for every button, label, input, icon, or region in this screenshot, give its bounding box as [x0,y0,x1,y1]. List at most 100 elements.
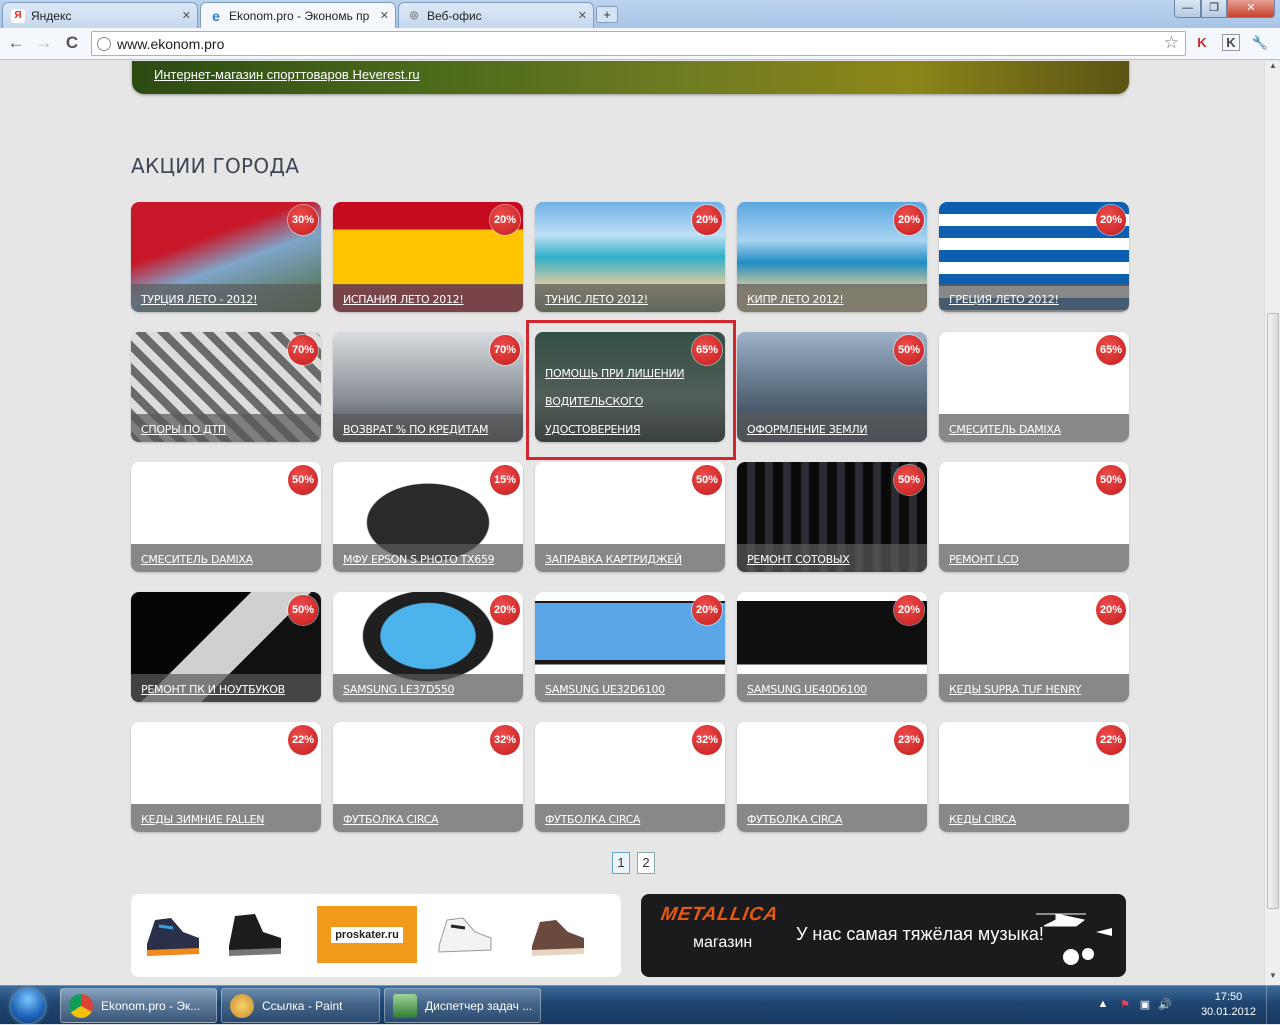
deal-title-link[interactable]: РЕМОНТ LCD [939,544,1129,572]
deal-card[interactable]: SAMSUNG LE37D550 20% [333,592,523,702]
page-1-button[interactable]: 1 [612,852,630,874]
helicopter-drums-icon [1036,913,1112,965]
close-icon[interactable]: ✕ [578,9,587,22]
sneaker-icon [229,914,281,956]
deal-title-link[interactable]: КЕДЫ CIRCA [939,804,1129,832]
taskbar-item-paint[interactable]: Ссылка - Paint [221,988,380,1023]
deal-card[interactable]: SAMSUNG UE32D6100 20% [535,592,725,702]
discount-badge: 20% [1096,205,1126,235]
deal-card[interactable]: СПОРЫ ПО ДТП 70% [131,332,321,442]
deal-title-link[interactable]: КЕДЫ ЗИМНИЕ FALLEN [131,804,321,832]
tab-ekonom[interactable]: e Ekonom.pro - Экономь пр ✕ [200,2,396,29]
new-tab-button[interactable]: + [596,6,618,23]
banner[interactable]: Интернет-магазин спорттоваров Heverest.r… [132,61,1129,94]
tab-yandex[interactable]: Я Яндекс ✕ [2,2,198,28]
reload-button[interactable]: C [61,32,83,54]
banner-link[interactable]: Интернет-магазин спорттоваров Heverest.r… [154,67,420,82]
deal-title-link[interactable]: КЕДЫ SUPRA TUF HENRY [939,674,1129,702]
back-button[interactable]: ← [5,32,27,54]
address-bar[interactable]: www.ekonom.pro ☆ [91,31,1186,56]
scroll-down-icon[interactable]: ▼ [1267,971,1279,983]
deal-card[interactable]: ОФОРМЛЕНИЕ ЗЕМЛИ 50% [737,332,927,442]
deal-title-link[interactable]: СМЕСИТЕЛЬ DAMIXA [131,544,321,572]
deal-card[interactable]: ГРЕЦИЯ ЛЕТО 2012! 20% [939,202,1129,312]
taskbar: Ekonom.pro - Эк... Ссылка - Paint Диспет… [0,985,1280,1025]
deal-title-link[interactable]: SAMSUNG UE32D6100 [535,674,725,702]
close-window-button[interactable]: ✕ [1227,0,1275,18]
deal-title-link[interactable]: ГРЕЦИЯ ЛЕТО 2012! [939,284,1129,312]
deal-card[interactable]: КЕДЫ CIRCA 22% [939,722,1129,832]
deal-title-link[interactable]: РЕМОНТ СОТОВЫХ [737,544,927,572]
clock[interactable]: 17:50 30.01.2012 [1201,990,1256,1020]
deal-title-link[interactable]: МФУ EPSON S PHOTO TX659 [333,544,523,572]
deal-title-link[interactable]: ТУНИС ЛЕТО 2012! [535,284,725,312]
deal-card[interactable]: ИСПАНИЯ ЛЕТО 2012! 20% [333,202,523,312]
maximize-button[interactable]: ❐ [1201,0,1227,18]
kaspersky-toolbar-icon[interactable]: K [1222,34,1240,51]
taskbar-item-chrome[interactable]: Ekonom.pro - Эк... [60,988,217,1023]
deal-title-link[interactable]: КИПР ЛЕТО 2012! [737,284,927,312]
deal-title-link[interactable]: ФУТБОЛКА CIRCA [535,804,725,832]
volume-icon[interactable]: 🔊 [1158,998,1172,1012]
taskbar-item-task-manager[interactable]: Диспетчер задач ... [384,988,541,1023]
show-hidden-icons-icon[interactable]: ▲ [1096,998,1110,1012]
sneaker-icon [147,918,199,956]
deal-card[interactable]: СМЕСИТЕЛЬ DAMIXA 50% [131,462,321,572]
show-desktop-button[interactable] [1266,986,1280,1025]
network-icon[interactable]: ▣ [1138,998,1152,1012]
deal-card[interactable]: ТУНИС ЛЕТО 2012! 20% [535,202,725,312]
deal-title-link[interactable]: СПОРЫ ПО ДТП [131,414,321,442]
discount-badge: 23% [894,725,924,755]
deal-title-link[interactable]: ВОЗВРАТ % ПО КРЕДИТАМ [333,414,523,442]
tab-label: Веб-офис [427,8,482,23]
wrench-icon[interactable]: 🔧 [1251,33,1269,53]
deal-title-link[interactable]: ФУТБОЛКА CIRCA [333,804,523,832]
deal-card[interactable]: СМЕСИТЕЛЬ DAMIXA 65% [939,332,1129,442]
deal-card[interactable]: РЕМОНТ LCD 50% [939,462,1129,572]
deal-card[interactable]: ТУРЦИЯ ЛЕТО - 2012! 30% [131,202,321,312]
scrollbar[interactable]: ▲ ▼ [1264,61,1280,985]
tab-web-office[interactable]: ◎ Веб-офис ✕ [398,2,594,28]
deal-card[interactable]: ЗАПРАВКА КАРТРИДЖЕЙ 50% [535,462,725,572]
close-icon[interactable]: ✕ [380,9,389,22]
deal-title-link[interactable]: ОФОРМЛЕНИЕ ЗЕМЛИ [737,414,927,442]
scroll-thumb[interactable] [1267,313,1279,909]
proskater-promo[interactable]: proskater.ru [131,894,621,977]
clock-date: 30.01.2012 [1200,1006,1256,1018]
deal-card[interactable]: РЕМОНТ СОТОВЫХ 50% [737,462,927,572]
kaspersky-icon[interactable]: K [1193,33,1211,53]
deal-card[interactable]: ФУТБОЛКА CIRCA 23% [737,722,927,832]
deal-title-link[interactable]: ЗАПРАВКА КАРТРИДЖЕЙ [535,544,725,572]
deal-title-link[interactable]: ИСПАНИЯ ЛЕТО 2012! [333,284,523,312]
minimize-button[interactable]: — [1174,0,1201,18]
deal-card[interactable]: КЕДЫ ЗИМНИЕ FALLEN 22% [131,722,321,832]
deal-title-link[interactable]: ТУРЦИЯ ЛЕТО - 2012! [131,284,321,312]
discount-badge: 20% [894,205,924,235]
discount-badge: 50% [288,595,318,625]
deal-card[interactable]: РЕМОНТ ПК И НОУТБУКОВ 50% [131,592,321,702]
system-tray: ▲ ⚑ ▣ 🔊 17:50 30.01.2012 [1090,986,1280,1025]
start-button[interactable] [2,986,56,1025]
discount-badge: 22% [288,725,318,755]
deal-card[interactable]: SAMSUNG UE40D6100 20% [737,592,927,702]
deal-title-link[interactable]: СМЕСИТЕЛЬ DAMIXA [939,414,1129,442]
deal-title-link[interactable]: SAMSUNG LE37D550 [333,674,523,702]
deal-card[interactable]: КИПР ЛЕТО 2012! 20% [737,202,927,312]
page-2-button[interactable]: 2 [637,852,655,874]
forward-button[interactable]: → [33,32,55,54]
deal-title-link[interactable]: РЕМОНТ ПК И НОУТБУКОВ [131,674,321,702]
deal-title-link[interactable]: ФУТБОЛКА CIRCA [737,804,927,832]
deal-card[interactable]: КЕДЫ SUPRA TUF HENRY 20% [939,592,1129,702]
bookmark-star-icon[interactable]: ☆ [1164,33,1179,53]
scroll-up-icon[interactable]: ▲ [1267,61,1279,73]
action-center-icon[interactable]: ⚑ [1118,998,1132,1012]
taskbar-item-label: Ekonom.pro - Эк... [101,999,201,1013]
deal-card[interactable]: ВОЗВРАТ % ПО КРЕДИТАМ 70% [333,332,523,442]
metallica-promo[interactable]: METALLICA магазин У нас самая тяжёлая му… [641,894,1126,977]
deal-card[interactable]: МФУ EPSON S PHOTO TX659 15% [333,462,523,572]
deal-card[interactable]: ФУТБОЛКА CIRCA 32% [535,722,725,832]
close-icon[interactable]: ✕ [182,9,191,22]
deal-title-link[interactable]: SAMSUNG UE40D6100 [737,674,927,702]
deal-card[interactable]: ФУТБОЛКА CIRCA 32% [333,722,523,832]
url-text[interactable]: www.ekonom.pro [117,36,224,52]
